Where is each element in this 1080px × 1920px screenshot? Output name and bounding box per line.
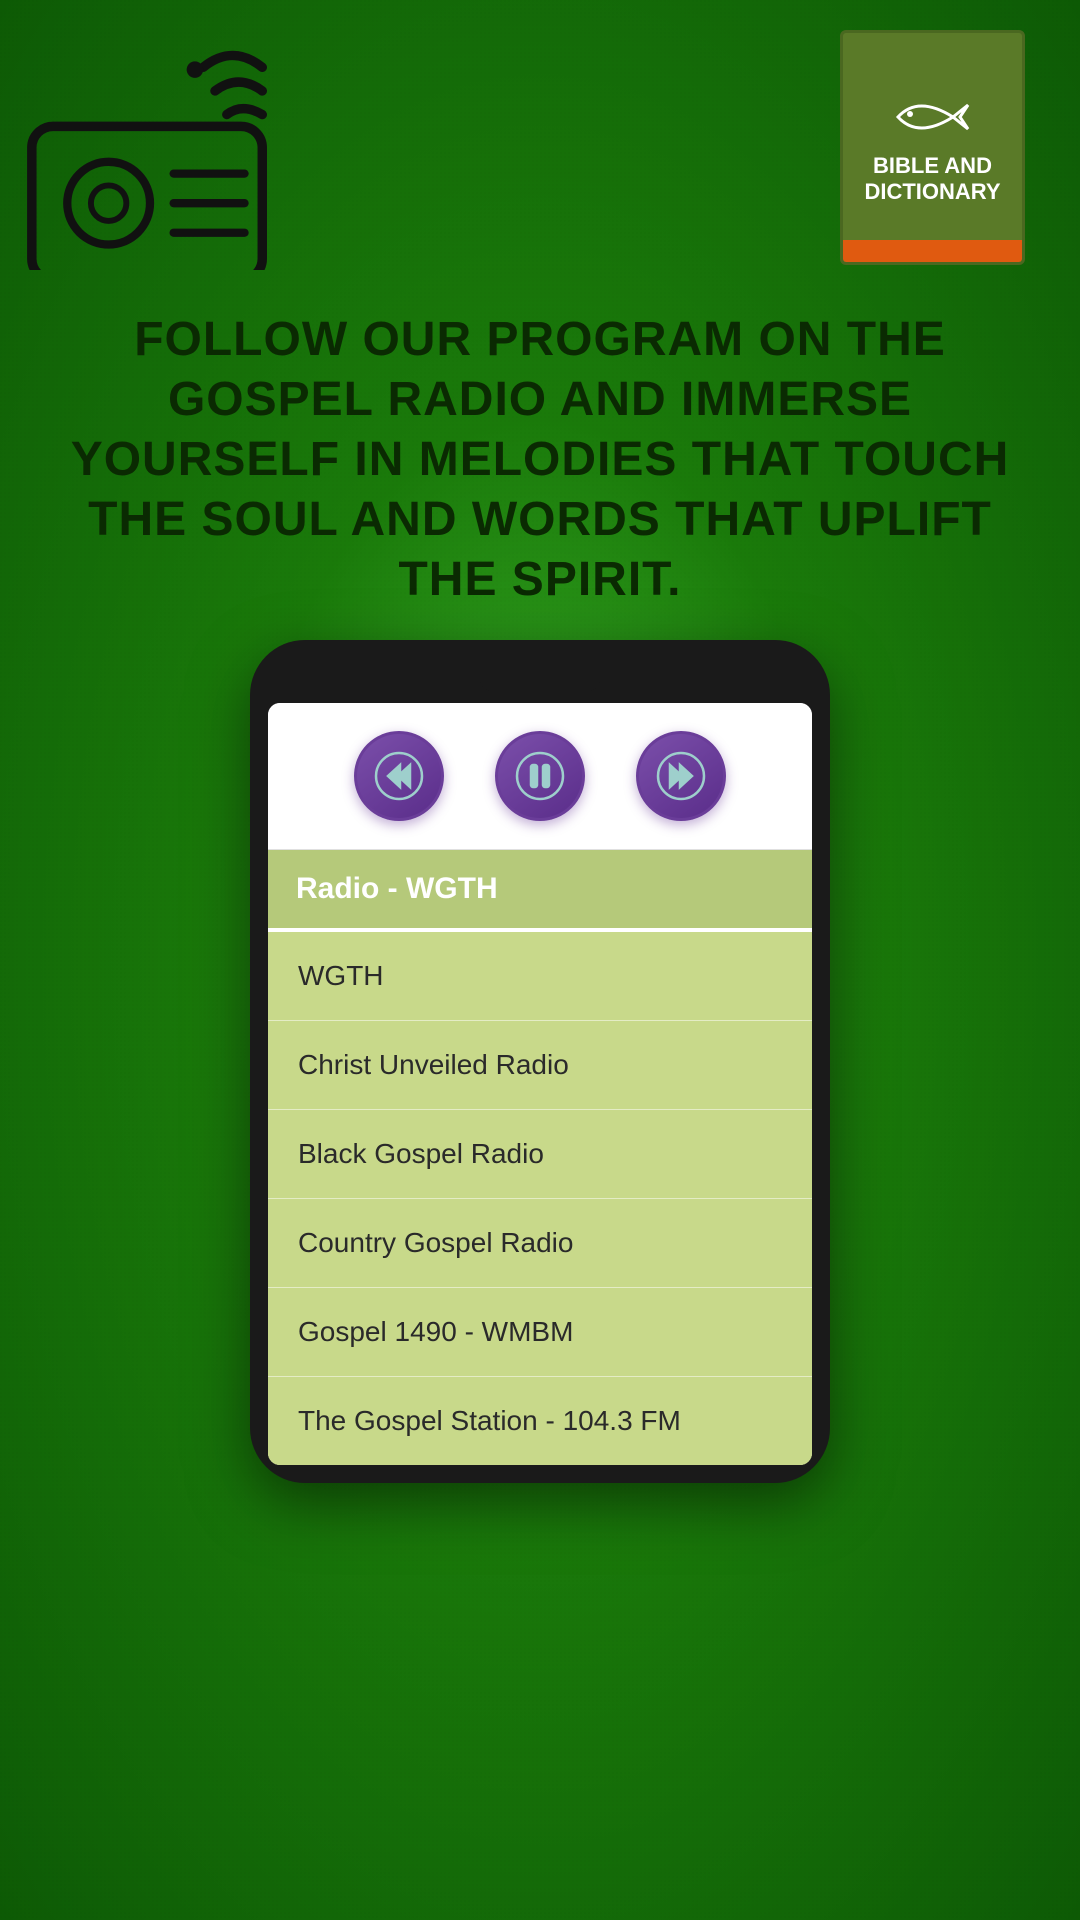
radio-station-item-4[interactable]: Country Gospel Radio (268, 1199, 812, 1288)
fast-forward-button[interactable] (636, 731, 726, 821)
current-station-label: Radio - WGTH (296, 872, 498, 905)
phone-notch (480, 675, 600, 691)
bible-title: Bible and Dictionary (854, 153, 1010, 206)
phone-mockup: Radio - WGTH WGTH Christ Unveiled Radio … (250, 640, 830, 1483)
top-section: Bible and Dictionary (0, 0, 1080, 270)
radio-list-header: Radio - WGTH (268, 850, 812, 928)
radio-station-item-3[interactable]: Black Gospel Radio (268, 1110, 812, 1199)
radio-icon (20, 30, 280, 270)
player-controls (268, 703, 812, 850)
rewind-button[interactable] (354, 731, 444, 821)
tagline: FOLLOW OUR PROGRAM ON THE GOSPEL RADIO A… (0, 270, 1080, 640)
bible-dictionary-icon[interactable]: Bible and Dictionary (840, 30, 1040, 270)
radio-station-item-1[interactable]: WGTH (268, 932, 812, 1021)
radio-station-item-2[interactable]: Christ Unveiled Radio (268, 1021, 812, 1110)
radio-station-item-5[interactable]: Gospel 1490 - WMBM (268, 1288, 812, 1377)
radio-station-list: WGTH Christ Unveiled Radio Black Gospel … (268, 932, 812, 1465)
pause-button[interactable] (495, 731, 585, 821)
page-root: Bible and Dictionary FOLLOW OUR PROGRAM … (0, 0, 1080, 1920)
phone-screen: Radio - WGTH WGTH Christ Unveiled Radio … (268, 703, 812, 1465)
radio-station-item-6[interactable]: The Gospel Station - 104.3 FM (268, 1377, 812, 1465)
